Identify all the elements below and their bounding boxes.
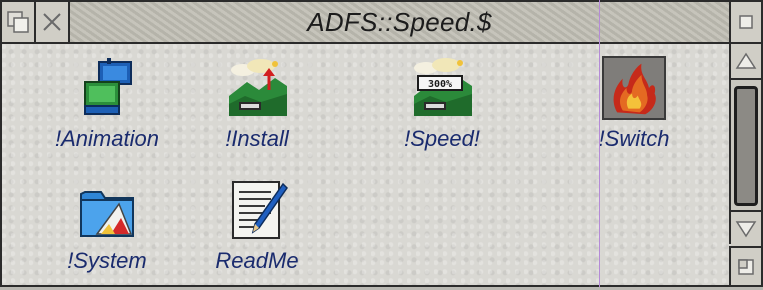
back-icon [7, 11, 29, 33]
window-title: ADFS::Speed.$ [307, 6, 492, 37]
scroll-up-button[interactable] [731, 44, 761, 80]
arrow-down-icon [735, 221, 757, 238]
speed-icon: 300% [414, 58, 472, 116]
filer-window: ADFS::Speed.$ !Animation !Install 300% !… [0, 0, 763, 287]
icon-item-install[interactable]: !Install [182, 48, 332, 168]
scroll-down-button[interactable] [731, 210, 761, 246]
toggle-size-button[interactable] [729, 2, 761, 44]
speed-badge: 300% [428, 79, 452, 90]
icon-item-switch[interactable]: !Switch [559, 48, 709, 168]
title-bar[interactable]: ADFS::Speed.$ [2, 2, 729, 44]
directory-content: !Animation !Install 300% !Speed! !Switch… [2, 44, 729, 285]
icon-label-speed: !Speed! [404, 126, 480, 151]
toggle-size-icon [739, 15, 753, 29]
system-icon [80, 191, 134, 237]
vertical-scrollbar[interactable] [729, 44, 761, 246]
icon-item-animation[interactable]: !Animation [32, 48, 182, 168]
back-button[interactable] [2, 2, 36, 42]
arrow-up-icon [735, 52, 757, 69]
guide-line [599, 0, 600, 287]
close-icon [43, 13, 61, 31]
icon-label-system: !System [67, 248, 147, 273]
icon-label-readme: ReadMe [215, 248, 299, 273]
resize-icon [738, 258, 754, 275]
icon-item-system[interactable]: !System [32, 170, 182, 290]
title-area[interactable]: ADFS::Speed.$ [70, 2, 729, 42]
readme-icon [232, 181, 288, 239]
close-button[interactable] [36, 2, 70, 42]
icon-item-speed[interactable]: 300% !Speed! [367, 48, 517, 168]
resize-button[interactable] [729, 246, 761, 285]
icon-label-animation: !Animation [55, 126, 159, 151]
animation-icon [84, 58, 132, 115]
scrollbar-thumb[interactable] [734, 86, 758, 206]
icon-label-switch: !Switch [598, 126, 670, 151]
install-icon [229, 59, 287, 116]
icon-item-readme[interactable]: ReadMe [182, 170, 332, 290]
switch-icon [602, 56, 666, 120]
icon-label-install: !Install [225, 126, 289, 151]
